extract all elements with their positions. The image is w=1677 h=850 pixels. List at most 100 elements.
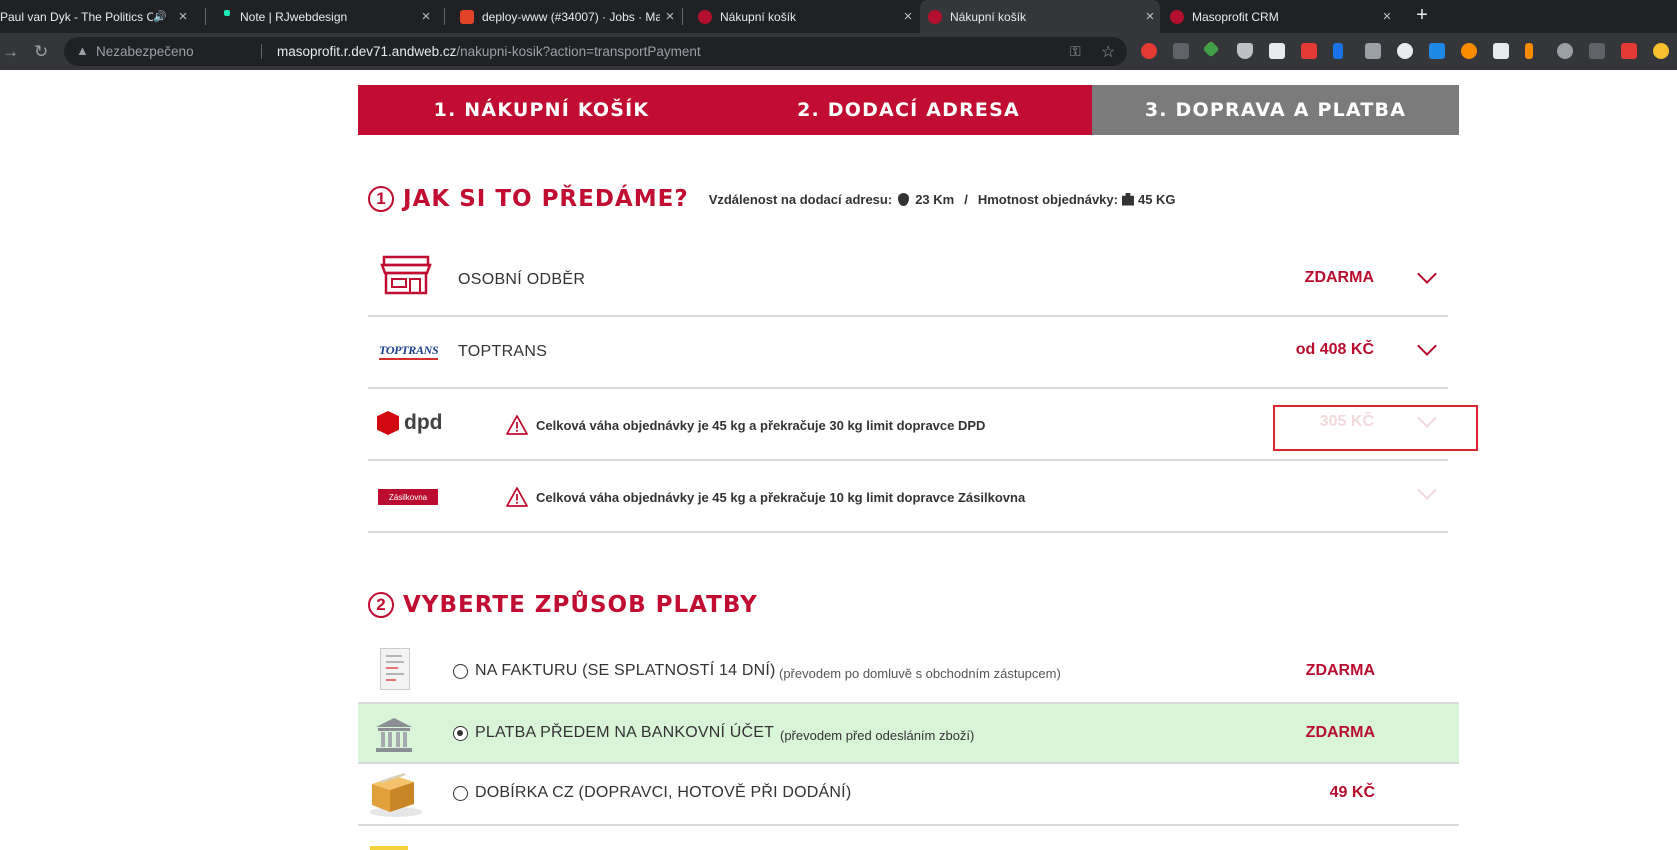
chevron-down-icon [1417,480,1437,500]
gear-icon[interactable] [1397,43,1413,59]
close-tab-icon[interactable]: × [660,8,680,25]
section-title: JAK SI TO PŘEDÁME? [403,186,689,212]
payment-note: (převodem po domluvě s obchodním zástupc… [779,666,1061,681]
extension-icon[interactable] [1525,43,1533,59]
invoice-icon [380,648,410,690]
payment-price: ZDARMA [1305,724,1375,741]
distance-value: 23 Km [915,191,955,207]
url-host: masoprofit.r.dev71.andweb.cz [277,44,457,59]
browser-tab-strip: Paul van Dyk - The Politics O 🔊 × Note |… [0,0,1677,33]
shipping-label: OSOBNÍ ODBĚR [458,271,586,288]
payment-label: PLATBA PŘEDEM NA BANKOVNÍ ÚČET [475,724,775,741]
shipping-price: ZDARMA [1304,269,1374,286]
shipping-price: od 408 KČ [1295,341,1374,358]
address-bar[interactable]: ▲ Nezabezpečeno masoprofit.r.dev71.andwe… [64,37,1127,66]
warning-icon[interactable]: ▲ [76,43,89,58]
step-cart[interactable]: 1. NÁKUPNÍ KOŠÍK [358,85,725,135]
extension-icon[interactable] [1301,43,1317,59]
weight-icon [1121,192,1134,206]
step-shipping-payment: 3. DOPRAVA A PLATBA [1092,85,1459,135]
shipping-option-pickup[interactable]: OSOBNÍ ODBĚR ZDARMA [368,245,1448,317]
shipping-option-toptrans[interactable]: TOPTRANS TOPTRANS od 408 KČ [368,317,1448,389]
favicon-icon [224,9,230,16]
dpd-cube-icon [377,411,399,435]
extension-icon[interactable] [1141,43,1157,59]
key-icon[interactable]: ⚿ [1070,43,1081,60]
checkout-steps: 1. NÁKUPNÍ KOŠÍK 2. DODACÍ ADRESA 3. DOP… [358,85,1459,135]
section-number: 2 [368,592,394,618]
browser-tab[interactable]: Masoprofit CRM × [1162,0,1397,33]
security-label[interactable]: Nezabezpečeno [96,44,194,59]
parcel-box-icon [370,773,422,817]
close-tab-icon[interactable]: × [1377,8,1397,25]
extension-icon[interactable] [1621,43,1637,59]
shipping-option-zasilkovna: Zásilkovna Celková váha objednávky je 45… [368,461,1448,533]
close-tab-icon[interactable]: × [898,8,918,25]
weight-warning: Celková váha objednávky je 45 kg a překr… [506,415,985,435]
radio-button-selected[interactable] [453,726,468,741]
zasilkovna-logo: Zásilkovna [378,489,438,505]
favicon-icon [928,9,942,24]
tab-title: Note | RJwebdesign [240,9,348,24]
section-number: 1 [368,186,394,212]
browser-tab[interactable]: Note | RJwebdesign × [214,0,436,33]
forward-icon[interactable]: → [2,42,19,62]
payment-option-bank-transfer[interactable]: PLATBA PŘEDEM NA BANKOVNÍ ÚČET (převodem… [358,702,1459,764]
extension-icon[interactable] [1269,43,1285,59]
url-path: /nakupni-kosik?action=transportPayment [456,44,701,59]
dpd-logo-text: dpd [404,411,443,434]
browser-tab-active[interactable]: Nákupní košík × [920,0,1160,33]
step-delivery-address[interactable]: 2. DODACÍ ADRESA [725,85,1092,135]
divider [261,44,262,59]
meta-separator: / [964,191,968,207]
warning-triangle-icon [506,415,528,435]
payment-label: NA FAKTURU (SE SPLATNOSTÍ 14 DNÍ) [475,662,776,679]
payment-option-invoice[interactable]: NA FAKTURU (SE SPLATNOSTÍ 14 DNÍ) (převo… [358,642,1459,704]
payment-price: 49 KČ [1329,784,1375,801]
favicon-icon [1170,9,1184,24]
browser-tab[interactable]: Paul van Dyk - The Politics O 🔊 × [0,0,193,33]
distance-label: Vzdálenost na dodací adresu: [708,191,893,207]
radio-button[interactable] [453,664,468,679]
extension-icon[interactable] [1429,43,1445,59]
next-payment-icon-partial [370,846,408,850]
browser-tab[interactable]: deploy-www (#34007) · Jobs · Ma × [452,0,680,33]
extension-icon[interactable] [1589,43,1605,59]
tab-title: Masoprofit CRM [1192,9,1279,24]
extension-icon[interactable] [1333,43,1343,59]
payment-section-heading: 2 VYBERTE ZPŮSOB PLATBY [368,592,758,618]
close-tab-icon[interactable]: × [173,8,193,25]
payment-label: DOBÍRKA CZ (DOPRAVCI, HOTOVĚ PŘI DODÁNÍ) [475,784,852,801]
annotation-highlight-box [1273,405,1478,451]
extension-icon[interactable] [1493,43,1509,59]
close-tab-icon[interactable]: × [1140,8,1160,25]
shop-icon [380,255,432,295]
payment-note: (převodem před odesláním zboží) [780,728,975,743]
chevron-down-icon[interactable] [1417,336,1437,356]
extension-icon[interactable] [1365,43,1381,59]
chevron-down-icon[interactable] [1417,264,1437,284]
reload-icon[interactable]: ↻ [34,42,48,62]
browser-tab[interactable]: Nákupní košík × [690,0,918,33]
shipping-section-heading: 1 JAK SI TO PŘEDÁME? Vzdálenost na dodac… [368,186,1176,212]
browser-toolbar: → ↻ ▲ Nezabezpečeno masoprofit.r.dev71.a… [0,33,1677,70]
close-tab-icon[interactable]: × [416,8,436,25]
tab-title: Nákupní košík [950,9,1027,24]
radio-button[interactable] [453,786,468,801]
toptrans-logo: TOPTRANS [379,343,439,360]
extension-icon[interactable] [1173,43,1189,59]
warning-triangle-icon [506,487,528,507]
extension-icon[interactable] [1653,43,1669,59]
weight-warning: Celková váha objednávky je 45 kg a překr… [506,487,1025,507]
audio-icon[interactable]: 🔊 [153,10,167,23]
adblock-icon[interactable] [1557,43,1573,59]
order-meta: Vzdálenost na dodací adresu: 23 Km / Hmo… [709,192,1176,207]
url-text[interactable]: masoprofit.r.dev71.andweb.cz/nakupni-kos… [277,44,701,59]
pocket-icon[interactable] [1237,43,1253,59]
extension-icon[interactable] [1461,43,1477,59]
bookmark-star-icon[interactable]: ☆ [1101,42,1115,62]
payment-option-cod[interactable]: DOBÍRKA CZ (DOPRAVCI, HOTOVĚ PŘI DODÁNÍ)… [358,764,1459,826]
extension-icon[interactable] [1202,40,1220,58]
dpd-logo: dpd [377,411,442,435]
new-tab-button[interactable]: + [1410,4,1434,27]
